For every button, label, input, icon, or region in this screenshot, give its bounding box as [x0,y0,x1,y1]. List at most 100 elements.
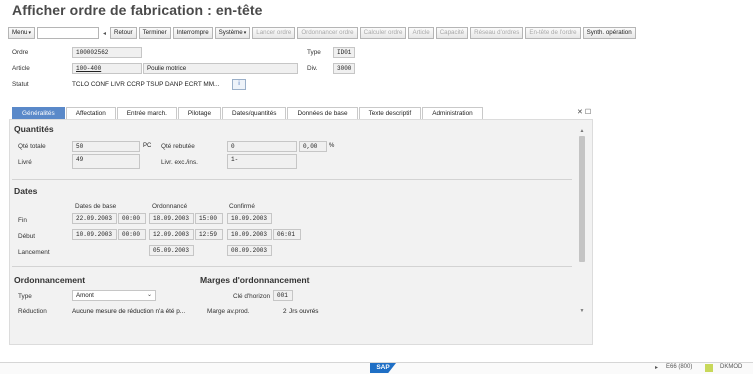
operation-overview-button[interactable]: Synth. opération [582,27,636,39]
tab-general[interactable]: Généralités [12,107,65,119]
article-label: Article [12,65,30,72]
scheduling-section-title: Ordonnancement [14,275,86,285]
tab-dates-quantities[interactable]: Dates/quantités [222,107,287,119]
start-date-label: Début [18,233,36,240]
tab-master-data[interactable]: Données de base [287,107,358,119]
article-description-field: Poulie motrice [143,63,298,74]
base-end-time-field[interactable]: 00:00 [118,213,146,224]
scheduled-release-date-field[interactable]: 05.09.2003 [149,245,194,256]
base-dates-column-header: Dates de base [75,203,117,210]
order-label: Ordre [12,49,29,56]
dropdown-icon: ▾ [243,30,247,36]
excess-delivery-field[interactable]: 1- [227,154,297,169]
scheduled-end-time-field[interactable]: 15:00 [195,213,223,224]
dates-section-title: Dates [14,186,38,196]
vertical-scrollbar[interactable]: ▲ ▼ [577,128,587,318]
base-end-date-field[interactable]: 22.09.2003 [72,213,117,224]
application-toolbar: Menu▾ ◂ Retour Terminer Interrompre Syst… [8,26,636,40]
delivered-label: Livré [18,159,32,166]
status-label: Statut [12,81,29,88]
scrollbar-thumb[interactable] [579,136,585,262]
dropdown-icon: ▾ [28,30,31,36]
end-date-label: Fin [18,217,27,224]
scheduling-type-value: Amont [76,292,94,299]
base-start-date-field[interactable]: 10.09.2003 [72,229,117,240]
scheduling-type-select[interactable]: Amont ⌄ [72,290,156,301]
scheduled-end-date-field[interactable]: 18.09.2003 [149,213,194,224]
back-button[interactable]: Retour [110,27,137,39]
launch-order-button[interactable]: Lancer ordre [252,27,296,39]
tab-long-text[interactable]: Texte descriptif [358,107,422,119]
tab-control[interactable]: Pilotage [177,107,222,119]
horizon-key-label: Clé d'horizon [233,293,271,300]
section-divider [12,266,572,267]
reduction-value: Aucune mesure de réduction n'a été p... [72,308,186,315]
division-field[interactable]: 3000 [333,63,355,74]
division-label: Div. [307,65,318,72]
margins-section-title: Marges d'ordonnancement [200,275,310,285]
status-bar: SAP ▸ E66 (800) DKMOD [0,362,753,374]
release-date-label: Lancement [18,249,50,256]
order-network-button[interactable]: Réseau d'ordres [470,27,524,39]
order-type-field[interactable]: ID01 [333,47,355,58]
scheduled-column-header: Ordonnancé [152,203,188,210]
confirmed-end-date-field[interactable]: 10.09.2003 [227,213,272,224]
interrupt-button[interactable]: Interrompre [172,27,213,39]
scroll-down-icon[interactable]: ▼ [577,308,587,314]
capacity-button[interactable]: Capacité [435,27,469,39]
expand-icon[interactable]: ▸ [655,364,658,371]
scroll-up-icon[interactable]: ▲ [577,128,587,134]
order-number-field[interactable]: 100002562 [72,47,142,58]
quantities-section-title: Quantités [14,124,54,134]
command-dropdown-icon[interactable]: ◂ [101,30,108,37]
finish-button[interactable]: Terminer [138,27,171,39]
order-header-button[interactable]: En-tête de l'ordre [525,27,581,39]
scheduled-start-time-field[interactable]: 12:59 [195,229,223,240]
calculate-order-button[interactable]: Calculer ordre [359,27,407,39]
system-label: Système [218,29,243,36]
confirmed-column-header: Confirmé [229,203,255,210]
excess-delivery-label: Livr. exc./ins. [161,159,198,166]
tab-strip: Généralités Affectation Entrée march. Pi… [12,107,484,119]
article-button[interactable]: Article [408,27,434,39]
scheduled-start-date-field[interactable]: 12.09.2003 [149,229,194,240]
tab-goods-receipt[interactable]: Entrée march. [116,107,177,119]
delivered-quantity-field[interactable]: 49 [72,154,140,169]
confirmed-release-date-field[interactable]: 08.09.2003 [227,245,272,256]
system-info[interactable]: E66 (800) [666,364,692,370]
reduction-label: Réduction [18,308,47,315]
scrap-quantity-label: Qté rebutée [161,143,195,150]
tab-administration[interactable]: Administration [422,107,483,119]
status-value: TCLO CONF LIVR CCRP TSUP DANP ECRT MM... [72,81,220,88]
chevron-down-icon: ⌄ [146,292,152,298]
scrap-percentage-field[interactable]: 0,00 [299,141,327,152]
server-name: DKMOD [720,364,743,370]
sap-logo: SAP [370,363,396,373]
command-field[interactable] [37,27,99,39]
float-before-production-value: 2 [283,308,287,315]
system-button[interactable]: Système▾ [214,27,251,39]
article-number-field[interactable]: 100-400 [72,63,142,74]
scrap-quantity-field[interactable]: 0 [227,141,297,152]
percent-sign: % [329,143,335,149]
section-divider [12,179,572,180]
total-quantity-field[interactable]: 50 [72,141,140,152]
type-label: Type [307,49,321,56]
tab-list-icons: ✕☐ [577,108,593,116]
scheduling-type-label: Type [18,293,32,300]
status-info-icon[interactable]: i [232,79,246,90]
tab-list-icon[interactable]: ☐ [585,109,593,116]
tab-assignment[interactable]: Affectation [65,107,116,119]
horizon-key-field[interactable]: 001 [273,290,293,301]
schedule-order-button[interactable]: Ordonnancer ordre [297,27,358,39]
confirmed-start-time-field[interactable]: 06:01 [273,229,301,240]
close-icon[interactable]: ✕ [577,109,585,116]
menu-label: Menu [12,29,28,36]
base-start-time-field[interactable]: 00:00 [118,229,146,240]
total-quantity-label: Qté totale [18,143,46,150]
menu-button[interactable]: Menu▾ [8,27,35,39]
page-title: Afficher ordre de fabrication : en-tête [12,2,263,18]
confirmed-start-date-field[interactable]: 10.09.2003 [227,229,272,240]
float-before-production-label: Marge av.prod. [207,308,250,315]
quantity-unit: PC [143,143,152,149]
